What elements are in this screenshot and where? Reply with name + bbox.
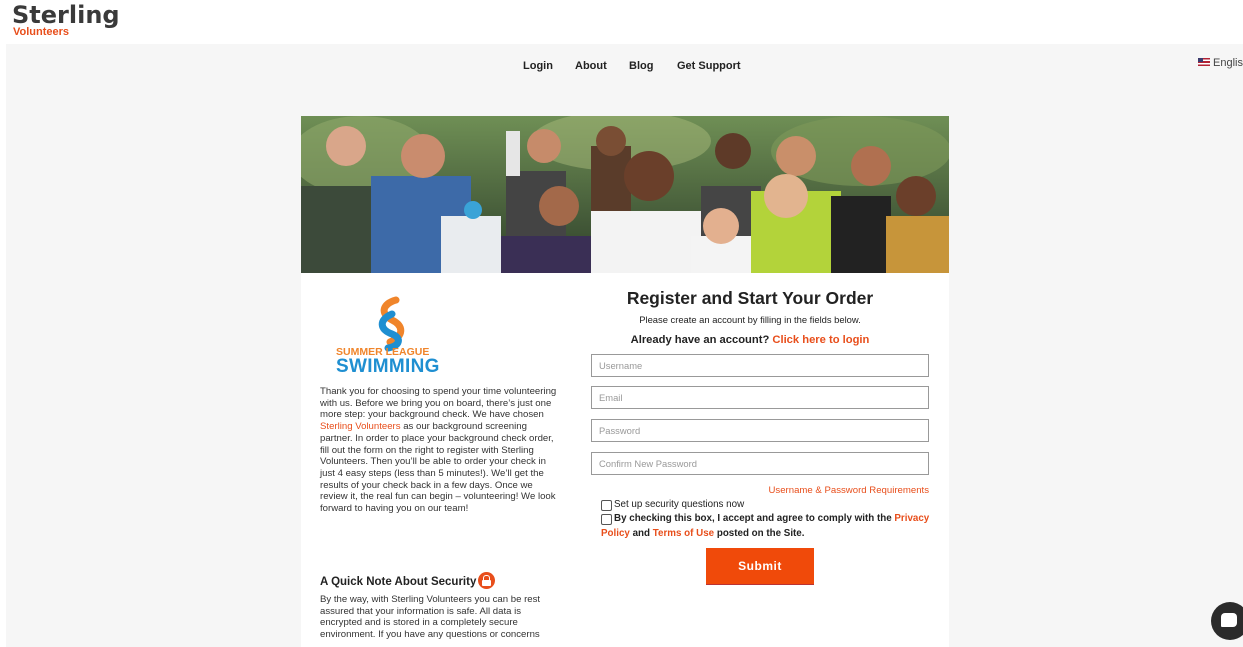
security-paragraph: By the way, with Sterling Volunteers you… (320, 594, 541, 641)
terms-of-use-link[interactable]: Terms of Use (653, 528, 714, 539)
intro-paragraph: Thank you for choosing to spend your tim… (320, 386, 560, 515)
lock-icon (478, 572, 496, 589)
security-questions-checkbox[interactable] (601, 500, 612, 511)
confirm-password-input[interactable] (591, 452, 929, 475)
existing-account-prompt: Already have an account? Click here to l… (591, 334, 909, 346)
nav-about-link[interactable]: About (575, 60, 607, 72)
nav-blog-link[interactable]: Blog (629, 60, 653, 72)
security-heading: A Quick Note About Security (320, 572, 496, 589)
sterling-volunteers-link[interactable]: Sterling Volunteers (320, 421, 401, 432)
email-input[interactable] (591, 386, 929, 409)
terms-text: By checking this box, I accept and agree… (614, 513, 892, 524)
language-selector[interactable]: English (1198, 57, 1243, 69)
registration-card: SUMMER LEAGUE SWIMMING Thank you for cho… (301, 116, 949, 647)
language-label: English (1213, 57, 1243, 69)
password-requirements-link[interactable]: Username & Password Requirements (769, 485, 930, 496)
chat-widget-button[interactable] (1211, 602, 1243, 640)
intro-text-before: Thank you for choosing to spend your tim… (320, 386, 557, 421)
terms-label: By checking this box, I accept and agree… (614, 513, 929, 524)
terms-posted-text: posted on the Site. (716, 528, 805, 539)
password-input[interactable] (591, 419, 929, 442)
hero-image-volunteers (301, 116, 949, 273)
top-navigation: Login About Blog Get Support (0, 60, 1243, 74)
logo-wordmark[interactable]: Sterling (12, 2, 120, 28)
logo-subtitle: Volunteers (13, 26, 70, 38)
nav-get-support-link[interactable]: Get Support (677, 60, 741, 72)
header-bar: Sterling Volunteers (0, 0, 1243, 44)
security-questions-label: Set up security questions now (614, 499, 745, 510)
terms-and-text: and (632, 528, 651, 539)
us-flag-icon (1198, 58, 1210, 66)
form-title: Register and Start Your Order (626, 288, 874, 308)
username-input[interactable] (591, 354, 929, 377)
privacy-policy-link-part1[interactable]: Privacy (894, 513, 929, 524)
submit-button[interactable]: Submit (706, 548, 814, 585)
terms-label-line2: Policy and Terms of Use posted on the Si… (601, 528, 804, 539)
terms-checkbox[interactable] (601, 514, 612, 525)
privacy-policy-link-part2[interactable]: Policy (601, 528, 630, 539)
form-subtitle: Please create an account by filling in t… (639, 314, 861, 325)
chat-icon (1221, 613, 1237, 627)
existing-account-text: Already have an account? (630, 334, 770, 346)
partner-name-line2: SWIMMING (336, 356, 440, 377)
security-heading-text: A Quick Note About Security (320, 576, 477, 588)
nav-login-link[interactable]: Login (523, 60, 553, 72)
login-link[interactable]: Click here to login (772, 334, 869, 346)
intro-text-after: as our background screening partner. In … (320, 421, 556, 515)
